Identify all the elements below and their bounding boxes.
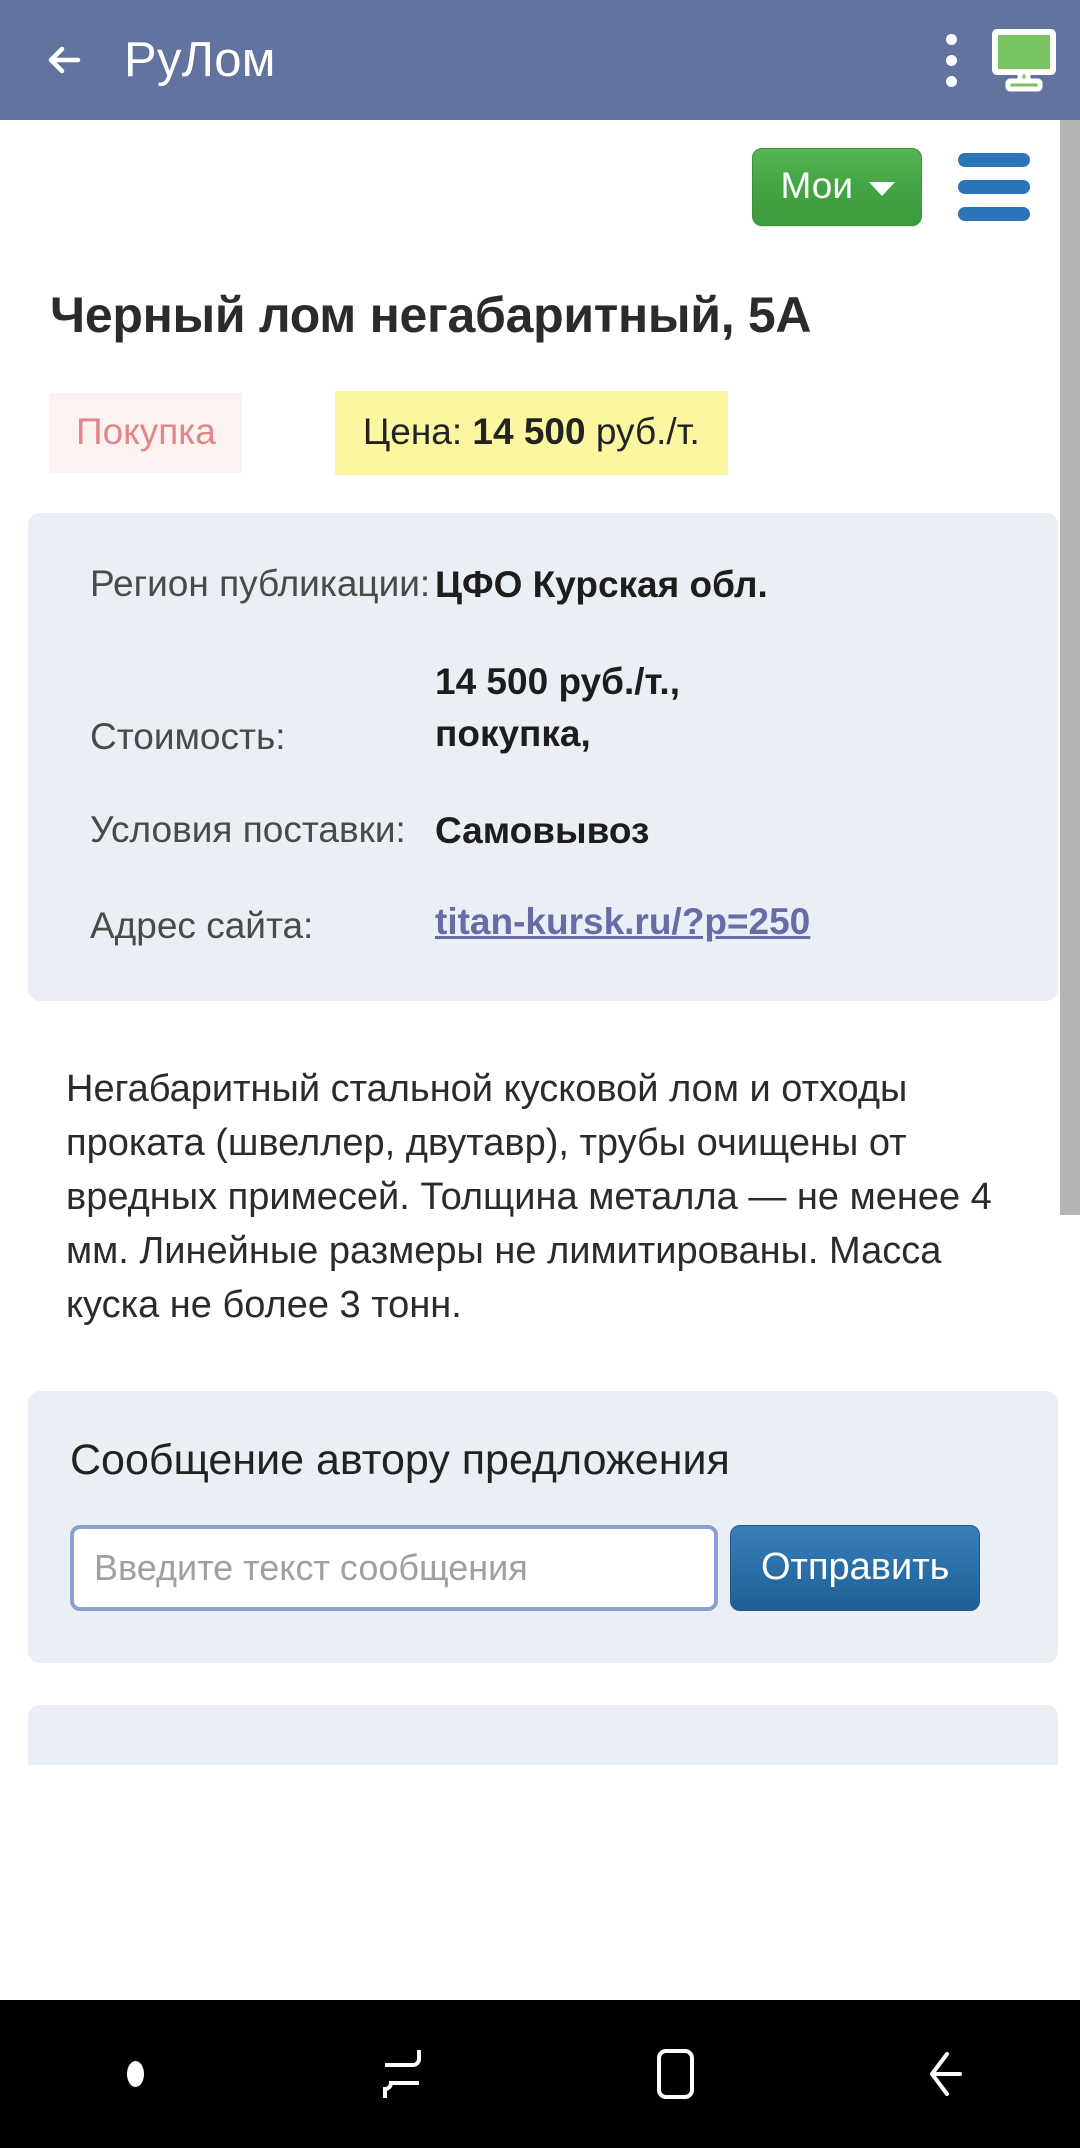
indicator-dot-icon [126,2061,144,2087]
home-button[interactable] [540,2000,810,2148]
message-form-card: Сообщение автору предложения Отправить [28,1391,1058,1663]
badge-row: Покупка Цена: 14 500 руб./т. [50,391,1052,475]
my-dropdown-label: Мои [780,165,853,206]
hamburger-bar [958,180,1030,194]
recent-apps-button[interactable] [270,2000,540,2148]
home-square-icon [657,2049,694,2099]
indicator-dot-slot [0,2000,270,2148]
detail-row-region: Регион публикации: ЦФО Курская обл. [28,559,1058,612]
price-unit: руб./т. [585,411,700,452]
site-toolbar: Мои [28,120,1052,226]
hamburger-menu-icon[interactable] [958,153,1030,221]
detail-value-line: покупка, [435,713,591,755]
detail-label: Стоимость: [90,715,286,757]
chevron-down-icon [869,181,895,196]
next-section-card [28,1704,1058,1765]
hamburger-bar [958,153,1030,167]
price-badge: Цена: 14 500 руб./т. [334,391,728,475]
kebab-dot [945,75,957,87]
detail-label: Условия поставки: [90,808,406,850]
recent-apps-icon [383,2050,421,2098]
detail-value: 14 500 руб./т., покупка, [435,656,680,761]
page-content: Мои Черный лом негабаритный, 5А Покупка … [0,120,1080,1765]
cast-monitor-icon[interactable] [986,24,1062,96]
web-page-viewport[interactable]: Мои Черный лом негабаритный, 5А Покупка … [0,120,1080,2000]
detail-value: ЦФО Курская обл. [435,564,768,605]
detail-row-delivery: Условия поставки: Самовывоз [28,805,1058,858]
listing-details-card: Регион публикации: ЦФО Курская обл. Стои… [28,513,1058,1002]
price-value: 14 500 [472,411,586,452]
website-link[interactable]: titan-kursk.ru/?p=250 [435,901,810,943]
page-title: Черный лом негабаритный, 5А [50,287,812,343]
detail-row-website: Адрес сайта: titan-kursk.ru/?p=250 [28,901,1058,949]
deal-type-badge: Покупка [50,393,242,473]
listing-description: Негабаритный стальной кусковой лом и отх… [66,1068,992,1327]
detail-value-line: 14 500 руб./т., [435,660,680,702]
my-dropdown-button[interactable]: Мои [751,148,922,226]
hamburger-bar [958,207,1030,221]
message-form-heading: Сообщение автору предложения [70,1436,730,1485]
back-chevron-icon [930,2052,962,2096]
detail-label: Регион публикации: [90,563,431,604]
send-button[interactable]: Отправить [730,1524,981,1611]
message-input[interactable] [70,1524,718,1611]
kebab-dot [945,54,957,66]
kebab-dot [945,33,957,45]
kebab-menu-icon[interactable] [924,21,978,99]
system-navigation-bar [0,2000,1080,2148]
back-button[interactable] [810,2000,1080,2148]
detail-value: Самовывоз [435,809,650,851]
app-bar-title: РуЛом [124,33,276,87]
app-bar: РуЛом [0,0,1080,120]
message-form: Отправить [70,1524,1058,1611]
price-label: Цена: [362,411,473,452]
detail-row-cost: Стоимость: 14 500 руб./т., покупка, [28,656,1058,761]
detail-label: Адрес сайта: [90,905,314,947]
back-arrow-icon[interactable] [38,32,94,88]
